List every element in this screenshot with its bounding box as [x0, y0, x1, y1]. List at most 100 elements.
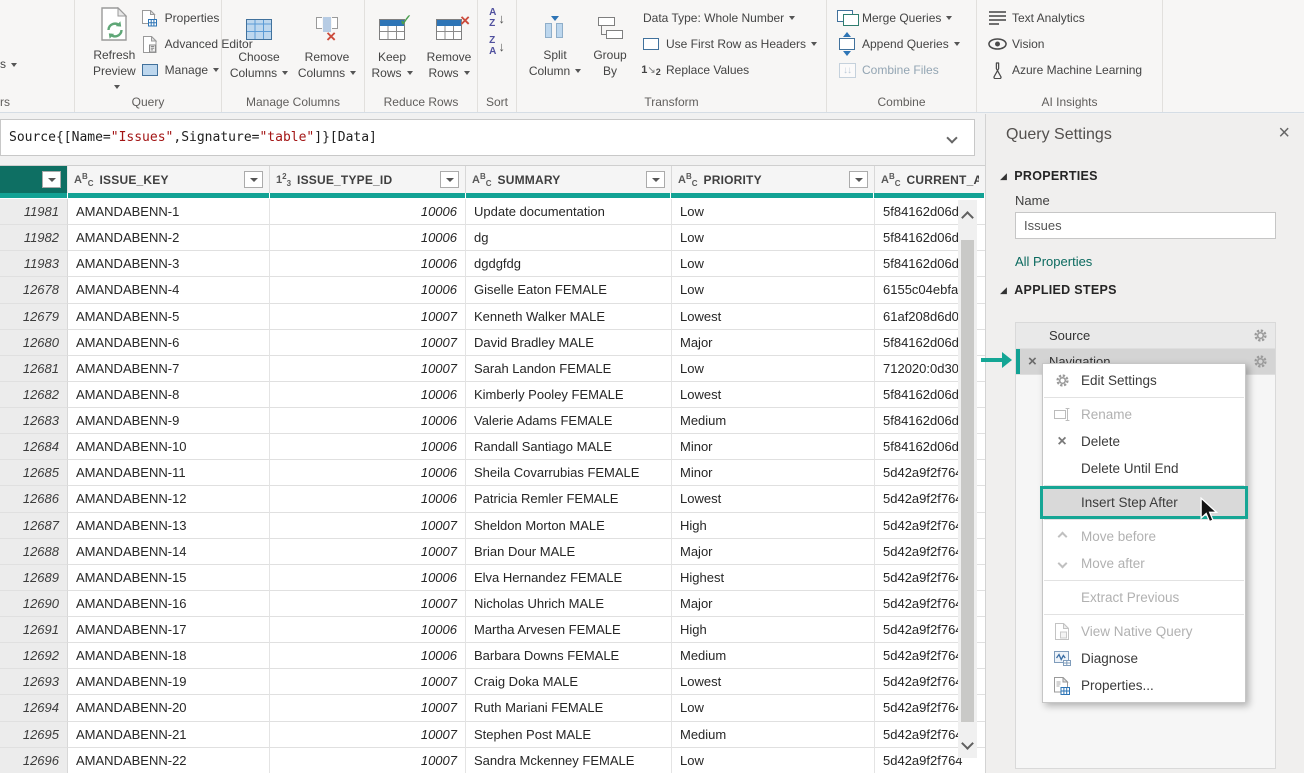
data-cell[interactable]: AMANDABENN-3 [68, 251, 270, 277]
data-cell[interactable]: Nicholas Uhrich MALE [466, 591, 672, 617]
data-cell[interactable]: AMANDABENN-10 [68, 434, 270, 460]
row-number-cell[interactable]: 12679 [0, 304, 68, 330]
data-cell[interactable]: Lowest [672, 486, 875, 512]
properties-section-header[interactable]: ◢ PROPERTIES [1000, 169, 1098, 183]
data-cell[interactable]: Major [672, 591, 875, 617]
data-cell[interactable]: Randall Santiago MALE [466, 434, 672, 460]
formula-expand-icon[interactable] [948, 131, 956, 146]
filter-dropdown-icon[interactable] [440, 171, 459, 188]
filter-dropdown-icon[interactable] [244, 171, 263, 188]
data-cell[interactable]: Elva Hernandez FEMALE [466, 565, 672, 591]
data-cell[interactable]: David Bradley MALE [466, 330, 672, 356]
data-cell[interactable]: Barbara Downs FEMALE [466, 643, 672, 669]
row-number-cell[interactable]: 12680 [0, 330, 68, 356]
menu-item-delete[interactable]: ×Delete [1043, 428, 1245, 455]
data-cell[interactable]: 10007 [270, 591, 466, 617]
menu-item-edit-settings[interactable]: Edit Settings [1043, 367, 1245, 394]
data-cell[interactable]: Low [672, 356, 875, 382]
row-number-cell[interactable]: 12689 [0, 565, 68, 591]
data-cell[interactable]: Sandra Mckenney FEMALE [466, 748, 672, 773]
gear-icon[interactable] [1253, 328, 1268, 346]
data-cell[interactable]: AMANDABENN-13 [68, 513, 270, 539]
data-cell[interactable]: dg [466, 225, 672, 251]
data-cell[interactable]: 10007 [270, 304, 466, 330]
row-number-cell[interactable]: 12688 [0, 539, 68, 565]
menu-item-delete-until-end[interactable]: Delete Until End [1043, 455, 1245, 482]
data-cell[interactable]: Lowest [672, 669, 875, 695]
data-cell[interactable]: Martha Arvesen FEMALE [466, 617, 672, 643]
split-column-button[interactable]: Split Column [525, 0, 585, 83]
row-number-column-header[interactable] [0, 166, 68, 193]
filter-dropdown-icon[interactable] [42, 171, 61, 188]
column-header-priority[interactable]: ABC PRIORITY [672, 166, 875, 193]
group-by-button[interactable]: Group By [585, 0, 635, 83]
data-cell[interactable]: 10006 [270, 565, 466, 591]
data-cell[interactable]: High [672, 513, 875, 539]
data-cell[interactable]: 10007 [270, 695, 466, 721]
data-cell[interactable]: Craig Doka MALE [466, 669, 672, 695]
data-cell[interactable]: Low [672, 695, 875, 721]
data-cell[interactable]: AMANDABENN-17 [68, 617, 270, 643]
query-name-input[interactable] [1015, 212, 1276, 239]
column-header-summary[interactable]: ABC SUMMARY [466, 166, 672, 193]
data-cell[interactable]: High [672, 617, 875, 643]
data-cell[interactable]: Highest [672, 565, 875, 591]
text-type-icon[interactable]: ABC [472, 172, 492, 188]
row-number-cell[interactable]: 12692 [0, 643, 68, 669]
data-cell[interactable]: 10006 [270, 199, 466, 225]
data-cell[interactable]: Major [672, 330, 875, 356]
data-cell[interactable]: AMANDABENN-16 [68, 591, 270, 617]
data-cell[interactable]: 10006 [270, 408, 466, 434]
text-type-icon[interactable]: ABC [678, 172, 698, 188]
text-type-icon[interactable]: ABC [74, 172, 94, 188]
remove-columns-button[interactable]: × Remove Columns [294, 2, 360, 81]
data-cell[interactable]: Lowest [672, 304, 875, 330]
use-first-row-as-headers-button[interactable]: Use First Row as Headers [641, 31, 817, 57]
menu-item-properties[interactable]: Properties... [1043, 672, 1245, 699]
data-cell[interactable]: AMANDABENN-20 [68, 695, 270, 721]
row-number-cell[interactable]: 11982 [0, 225, 68, 251]
data-cell[interactable]: Sarah Landon FEMALE [466, 356, 672, 382]
scroll-down-button[interactable] [958, 732, 977, 754]
data-cell[interactable]: Medium [672, 643, 875, 669]
data-cell[interactable]: 10007 [270, 748, 466, 773]
data-cell[interactable]: 10006 [270, 643, 466, 669]
data-cell[interactable]: 10007 [270, 669, 466, 695]
data-cell[interactable]: Low [672, 251, 875, 277]
row-number-cell[interactable]: 12696 [0, 748, 68, 773]
data-cell[interactable]: 10006 [270, 434, 466, 460]
data-cell[interactable]: Low [672, 748, 875, 773]
data-cell[interactable]: AMANDABENN-18 [68, 643, 270, 669]
data-cell[interactable]: Stephen Post MALE [466, 722, 672, 748]
sort-ascending-button[interactable]: AZ↓ [481, 6, 513, 31]
data-cell[interactable]: Update documentation [466, 199, 672, 225]
data-cell[interactable]: 10006 [270, 460, 466, 486]
column-header-issue-type-id[interactable]: 123 ISSUE_TYPE_ID [270, 166, 466, 193]
data-cell[interactable]: 10007 [270, 513, 466, 539]
row-number-cell[interactable]: 12693 [0, 669, 68, 695]
data-cell[interactable]: 10006 [270, 277, 466, 303]
data-cell[interactable]: AMANDABENN-4 [68, 277, 270, 303]
data-cell[interactable]: Medium [672, 408, 875, 434]
data-cell[interactable]: Minor [672, 434, 875, 460]
data-cell[interactable]: AMANDABENN-8 [68, 382, 270, 408]
data-cell[interactable]: dgdgfdg [466, 251, 672, 277]
data-cell[interactable]: 10007 [270, 539, 466, 565]
row-number-cell[interactable]: 12681 [0, 356, 68, 382]
row-number-cell[interactable]: 12687 [0, 513, 68, 539]
sort-descending-button[interactable]: ZA↓ [481, 34, 513, 59]
scroll-up-button[interactable] [958, 206, 977, 228]
row-number-cell[interactable]: 12686 [0, 486, 68, 512]
remove-rows-button[interactable]: × Remove Rows [421, 2, 477, 81]
data-cell[interactable]: 10007 [270, 722, 466, 748]
filter-dropdown-icon[interactable] [646, 171, 665, 188]
column-header-issue-key[interactable]: ABC ISSUE_KEY [68, 166, 270, 193]
row-number-cell[interactable]: 11983 [0, 251, 68, 277]
data-cell[interactable]: Giselle Eaton FEMALE [466, 277, 672, 303]
data-cell[interactable]: AMANDABENN-9 [68, 408, 270, 434]
data-cell[interactable]: AMANDABENN-1 [68, 199, 270, 225]
text-analytics-button[interactable]: Text Analytics [987, 5, 1162, 31]
column-header-current-a[interactable]: ABC CURRENT_A [875, 166, 985, 193]
vision-button[interactable]: Vision [987, 31, 1162, 57]
data-cell[interactable]: Ruth Mariani FEMALE [466, 695, 672, 721]
